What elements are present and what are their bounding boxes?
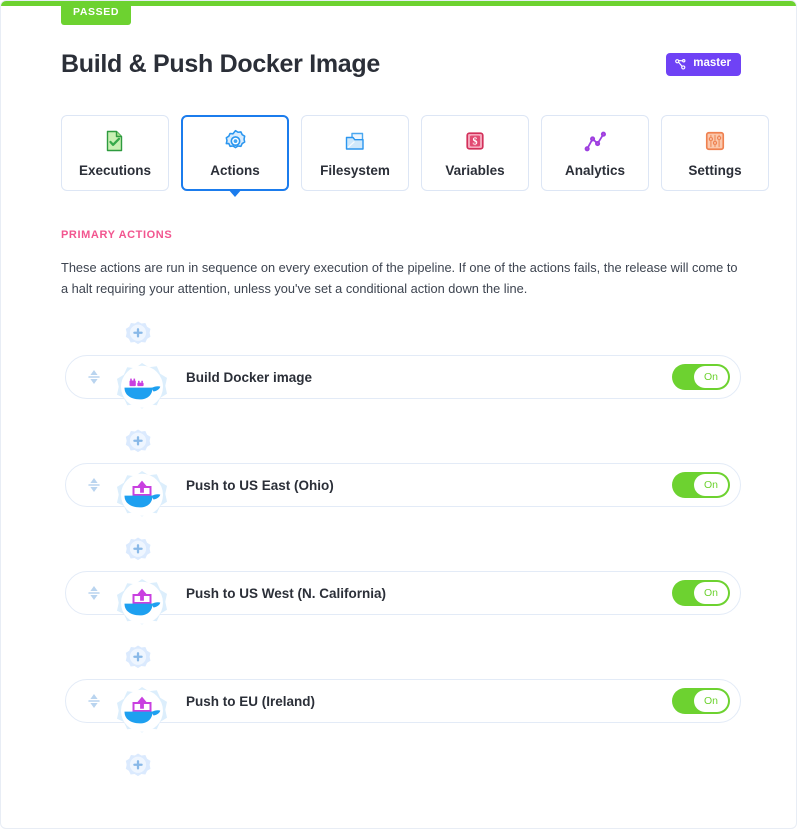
tab-label: Variables xyxy=(445,163,505,178)
toggle-knob: On xyxy=(694,690,728,712)
line-chart-icon xyxy=(582,128,608,154)
primary-actions-list: Build Docker image On Push to US East (O… xyxy=(1,319,796,777)
docker-push-icon[interactable] xyxy=(108,575,176,643)
tab-variables[interactable]: $ Variables xyxy=(421,115,529,191)
document-check-icon xyxy=(102,128,128,154)
toggle-knob: On xyxy=(694,366,728,388)
sliders-icon xyxy=(702,128,728,154)
tab-analytics[interactable]: Analytics xyxy=(541,115,649,191)
tab-executions[interactable]: Executions xyxy=(61,115,169,191)
action-toggle[interactable]: On xyxy=(672,472,730,498)
action-label: Build Docker image xyxy=(186,369,313,385)
action-row-inner[interactable]: Push to EU (Ireland) On xyxy=(65,679,741,733)
add-action-icon[interactable] xyxy=(121,751,155,785)
action-label: Push to EU (Ireland) xyxy=(186,693,316,709)
tab-actions[interactable]: Actions xyxy=(181,115,289,197)
add-action-icon[interactable] xyxy=(121,319,155,353)
action-row-inner[interactable]: Push to US West (N. California) On xyxy=(65,571,741,625)
status-badge: PASSED xyxy=(61,1,131,25)
action-row: Push to US East (Ohio) On xyxy=(1,463,796,517)
pipeline-card: PASSED Build & Push Docker Image master xyxy=(0,0,797,829)
action-label: Push to US West (N. California) xyxy=(186,585,387,601)
gear-icon xyxy=(222,128,248,154)
tab-bar: Executions Actions Filesystem $ Variable… xyxy=(61,115,769,197)
dollar-card-icon: $ xyxy=(462,128,488,154)
add-action-icon[interactable] xyxy=(121,535,155,569)
tab-label: Analytics xyxy=(564,163,626,178)
docker-push-icon[interactable] xyxy=(108,683,176,751)
folder-icon xyxy=(342,128,368,154)
action-toggle[interactable]: On xyxy=(672,580,730,606)
action-row: Push to EU (Ireland) On xyxy=(1,679,796,733)
section-title: PRIMARY ACTIONS xyxy=(61,229,173,241)
section-description: These actions are run in sequence on eve… xyxy=(61,260,738,296)
tab-label: Settings xyxy=(688,163,742,178)
tab-filesystem[interactable]: Filesystem xyxy=(301,115,409,191)
action-row-inner[interactable]: Push to US East (Ohio) On xyxy=(65,463,741,517)
action-row-inner[interactable]: Build Docker image On xyxy=(65,355,741,409)
docker-push-icon[interactable] xyxy=(108,467,176,535)
page-header: Build & Push Docker Image master xyxy=(61,41,741,87)
action-label: Push to US East (Ohio) xyxy=(186,477,334,493)
toggle-knob: On xyxy=(694,474,728,496)
add-action-icon[interactable] xyxy=(121,427,155,461)
svg-text:$: $ xyxy=(472,137,477,148)
toggle-knob: On xyxy=(694,582,728,604)
action-toggle[interactable]: On xyxy=(672,364,730,390)
add-action-icon[interactable] xyxy=(121,643,155,677)
tab-label: Filesystem xyxy=(320,163,390,178)
tab-label: Actions xyxy=(210,163,260,178)
branch-label: master xyxy=(693,57,731,70)
tab-settings[interactable]: Settings xyxy=(661,115,769,191)
branch-badge[interactable]: master xyxy=(666,52,741,76)
action-toggle[interactable]: On xyxy=(672,688,730,714)
action-row: Push to US West (N. California) On xyxy=(1,571,796,625)
tab-label: Executions xyxy=(78,163,152,178)
git-branch-icon xyxy=(674,58,687,71)
page-title: Build & Push Docker Image xyxy=(61,49,380,78)
docker-build-icon[interactable] xyxy=(108,359,176,427)
action-row: Build Docker image On xyxy=(1,355,796,409)
